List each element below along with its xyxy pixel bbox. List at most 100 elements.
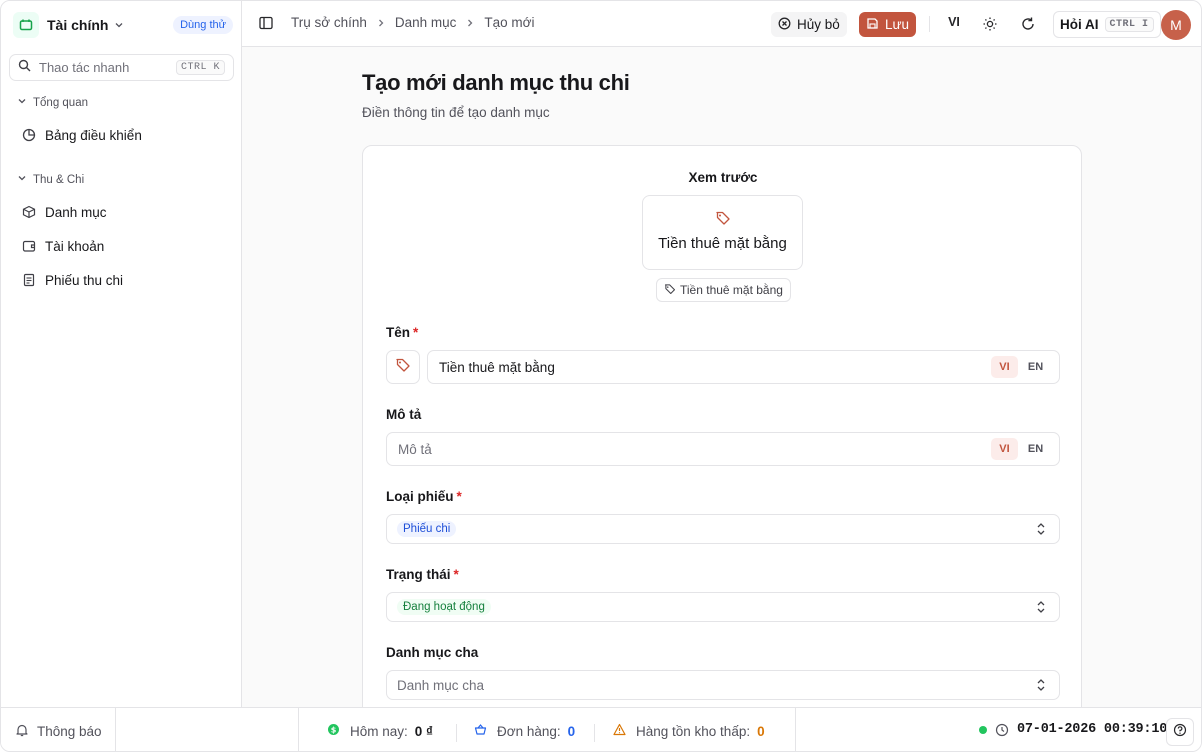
- chevron-up-down-icon: [1035, 678, 1047, 695]
- sidebar-toggle-icon[interactable]: [258, 15, 274, 36]
- nav-group-income-expense[interactable]: Thu & Chi: [17, 173, 84, 186]
- status-badge: Đang hoạt động: [397, 599, 491, 615]
- name-language-switch: VI EN: [991, 356, 1049, 378]
- voucher-type-label: Loại phiếu *: [386, 489, 462, 504]
- quick-action-placeholder: Thao tác nhanh: [39, 60, 130, 75]
- basket-icon: [474, 723, 487, 739]
- preview-card: Tiền thuê mặt bằng: [642, 195, 803, 270]
- language-switch[interactable]: VI: [942, 15, 966, 29]
- preview-label: Xem trước: [688, 170, 758, 185]
- page-title: Tạo mới danh mục thu chi: [362, 70, 630, 95]
- footer-divider: [456, 724, 457, 742]
- sidebar-item-label: Danh mục: [45, 204, 107, 220]
- svg-text:$: $: [331, 725, 337, 734]
- status-select[interactable]: Đang hoạt động: [386, 592, 1060, 622]
- footer-divider: [594, 724, 595, 742]
- chevron-down-icon: [114, 20, 124, 30]
- category-form-card: Xem trước Tiền thuê mặt bằng Tiền thuê m…: [362, 145, 1082, 745]
- chevron-up-down-icon: [1035, 600, 1047, 617]
- clock-icon: [995, 723, 1009, 737]
- sidebar-item-categories[interactable]: Danh mục: [15, 198, 230, 226]
- search-icon: [18, 59, 31, 77]
- voucher-type-select[interactable]: Phiếu chi: [386, 514, 1060, 544]
- brand-switcher[interactable]: Tài chính Dùng thử: [13, 11, 233, 39]
- name-label: Tên *: [386, 325, 419, 340]
- breadcrumb-item[interactable]: Danh mục: [395, 15, 457, 30]
- lang-option-en[interactable]: EN: [1022, 438, 1049, 460]
- refresh-icon[interactable]: [1020, 16, 1036, 37]
- sidebar: Tài chính Dùng thử Thao tác nhanh CTRL K…: [1, 1, 242, 707]
- description-placeholder: Mô tả: [398, 441, 432, 457]
- today-revenue-stat: $ Hôm nay: 0 ₫: [327, 723, 433, 739]
- money-icon: $: [327, 723, 340, 739]
- footer-divider: [795, 708, 796, 751]
- parent-category-select[interactable]: Danh mục cha: [386, 670, 1060, 700]
- help-button[interactable]: [1166, 718, 1194, 746]
- chevron-up-down-icon: [1035, 522, 1047, 539]
- quick-action-search[interactable]: Thao tác nhanh CTRL K: [9, 54, 234, 81]
- tag-icon: [664, 283, 676, 298]
- orders-stat: Đơn hàng: 0: [474, 723, 575, 739]
- description-label: Mô tả: [386, 407, 422, 422]
- description-input[interactable]: Mô tả VI EN: [386, 432, 1060, 466]
- breadcrumb-item[interactable]: Trụ sở chính: [291, 15, 367, 30]
- sidebar-item-label: Bảng điều khiển: [45, 127, 142, 143]
- quick-action-shortcut: CTRL K: [175, 60, 225, 75]
- name-input[interactable]: Tiền thuê mặt bằng VI EN: [427, 350, 1060, 384]
- wallet-icon: [21, 239, 37, 253]
- help-icon: [1173, 723, 1187, 742]
- online-status-dot: [979, 725, 987, 734]
- status-bar: Thông báo $ Hôm nay: 0 ₫ Đơn hàng: 0 Hàn…: [1, 707, 1201, 751]
- cancel-button[interactable]: Hủy bỏ: [771, 12, 847, 37]
- finance-logo-icon: [13, 12, 39, 38]
- save-icon: [866, 17, 879, 33]
- header-divider: [929, 16, 930, 32]
- lang-option-en[interactable]: EN: [1022, 356, 1049, 378]
- clock-display: 07-01-2026 00:39:10: [979, 722, 1167, 737]
- bell-icon: [15, 723, 29, 740]
- sidebar-item-label: Tài khoản: [45, 238, 105, 254]
- nav-group-overview[interactable]: Tổng quan: [17, 96, 88, 109]
- footer-divider: [115, 708, 116, 751]
- sidebar-item-label: Phiếu thu chi: [45, 272, 124, 288]
- description-language-switch: VI EN: [991, 438, 1049, 460]
- low-stock-stat: Hàng tồn kho thấp: 0: [613, 723, 765, 739]
- top-bar: Trụ sở chính Danh mục Tạo mới Hủy bỏ Lưu…: [242, 1, 1201, 47]
- save-button[interactable]: Lưu: [859, 12, 917, 37]
- breadcrumb: Trụ sở chính Danh mục Tạo mới: [291, 15, 535, 30]
- preview-name: Tiền thuê mặt bằng: [658, 235, 787, 252]
- tag-icon: [715, 210, 731, 231]
- pie-chart-icon: [21, 128, 37, 142]
- chevron-right-icon: [465, 18, 475, 28]
- preview-chip: Tiền thuê mặt bằng: [656, 278, 791, 302]
- chevron-down-icon: [17, 173, 27, 186]
- avatar[interactable]: M: [1161, 10, 1191, 40]
- warning-icon: [613, 723, 626, 739]
- parent-category-label: Danh mục cha: [386, 645, 479, 660]
- lang-option-vi[interactable]: VI: [991, 356, 1018, 378]
- trial-badge: Dùng thử: [173, 16, 233, 34]
- chevron-down-icon: [17, 96, 27, 109]
- name-input-value: Tiền thuê mặt bằng: [439, 359, 555, 375]
- voucher-type-badge: Phiếu chi: [397, 521, 457, 537]
- footer-divider: [298, 708, 299, 751]
- icon-picker-button[interactable]: [386, 350, 420, 384]
- app-window: Tài chính Dùng thử Thao tác nhanh CTRL K…: [0, 0, 1202, 752]
- tag-icon: [395, 357, 411, 378]
- current-datetime: 07-01-2026 00:39:10: [1017, 722, 1168, 737]
- receipt-icon: [21, 273, 37, 287]
- notifications-button[interactable]: Thông báo: [15, 723, 102, 740]
- brand-name: Tài chính: [47, 17, 109, 33]
- sidebar-item-accounts[interactable]: Tài khoản: [15, 232, 230, 260]
- status-label: Trạng thái *: [386, 567, 459, 582]
- ask-ai-button[interactable]: Hỏi AI CTRL I: [1053, 11, 1161, 38]
- page-subtitle: Điền thông tin để tạo danh mục: [362, 105, 550, 120]
- lang-option-vi[interactable]: VI: [991, 438, 1018, 460]
- parent-category-placeholder: Danh mục cha: [397, 677, 485, 693]
- sun-icon[interactable]: [982, 16, 998, 37]
- ask-ai-shortcut: CTRL I: [1104, 17, 1154, 32]
- sidebar-item-dashboard[interactable]: Bảng điều khiển: [15, 121, 230, 149]
- package-icon: [21, 205, 37, 219]
- sidebar-item-vouchers[interactable]: Phiếu thu chi: [15, 266, 230, 294]
- close-circle-icon: [778, 17, 791, 33]
